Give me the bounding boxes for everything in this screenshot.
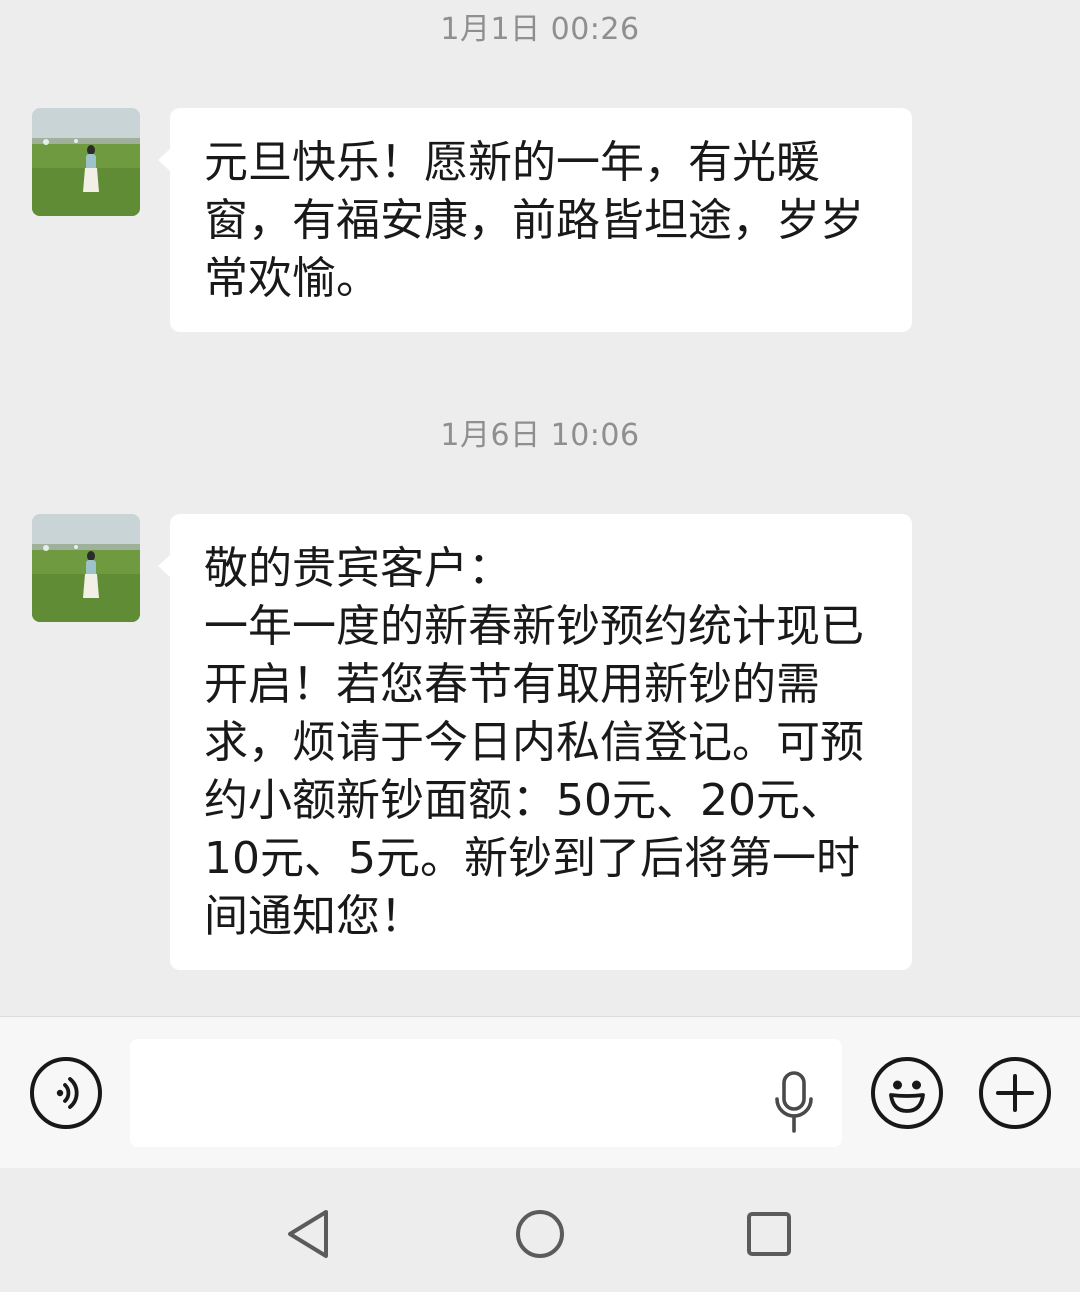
more-button[interactable] <box>979 1057 1051 1129</box>
home-circle-icon[interactable] <box>508 1202 572 1266</box>
voice-toggle-icon <box>56 1077 79 1109</box>
message-text-line: 常欢愉。 <box>204 253 380 304</box>
message-bubble[interactable]: 元旦快乐！愿新的一年，有光暖 窗，有福安康，前路皆坦途，岁岁 常欢愉。 <box>158 108 912 332</box>
message-text-line: 开启！若您春节有取用新钞的需 <box>204 659 820 710</box>
message-text-line: 间通知您！ <box>204 891 424 942</box>
emoji-icon <box>889 1080 925 1113</box>
recents-square-icon[interactable] <box>737 1202 801 1266</box>
message-input[interactable] <box>130 1039 842 1147</box>
back-triangle-icon[interactable] <box>276 1202 340 1266</box>
message-timestamp: 1月1日 00:26 <box>440 12 640 47</box>
message-text-line: 窗，有福安康，前路皆坦途，岁岁 <box>204 195 864 246</box>
contact-avatar[interactable] <box>32 514 140 622</box>
message-text-line: 敬的贵宾客户： <box>204 543 512 594</box>
message-text-line: 元旦快乐！愿新的一年，有光暖 <box>204 137 820 188</box>
message-text-line: 约小额新钞面额：50元、20元、 <box>204 775 844 826</box>
message-text-line: 一年一度的新春新钞预约统计现已 <box>204 601 864 652</box>
emoji-button[interactable] <box>871 1057 943 1129</box>
message-bubble[interactable]: 敬的贵宾客户： 一年一度的新春新钞预约统计现已 开启！若您春节有取用新钞的需 求… <box>158 514 912 970</box>
contact-avatar[interactable] <box>32 108 140 216</box>
chat-area[interactable]: 1月1日 00:26 元旦快乐！愿新的一年，有光暖 窗，有福安康，前路皆坦途，岁… <box>0 0 1080 1016</box>
plus-icon <box>996 1074 1034 1112</box>
message-timestamp: 1月6日 10:06 <box>440 418 640 453</box>
message-text-line: 10元、5元。新钞到了后将第一时 <box>204 833 860 884</box>
microphone-icon[interactable] <box>772 1071 816 1135</box>
chat-input-bar <box>0 1016 1080 1168</box>
system-navigation-bar <box>0 1168 1080 1292</box>
voice-toggle-button[interactable] <box>30 1057 102 1129</box>
message-text-line: 求，烦请于今日内私信登记。可预 <box>204 717 864 768</box>
